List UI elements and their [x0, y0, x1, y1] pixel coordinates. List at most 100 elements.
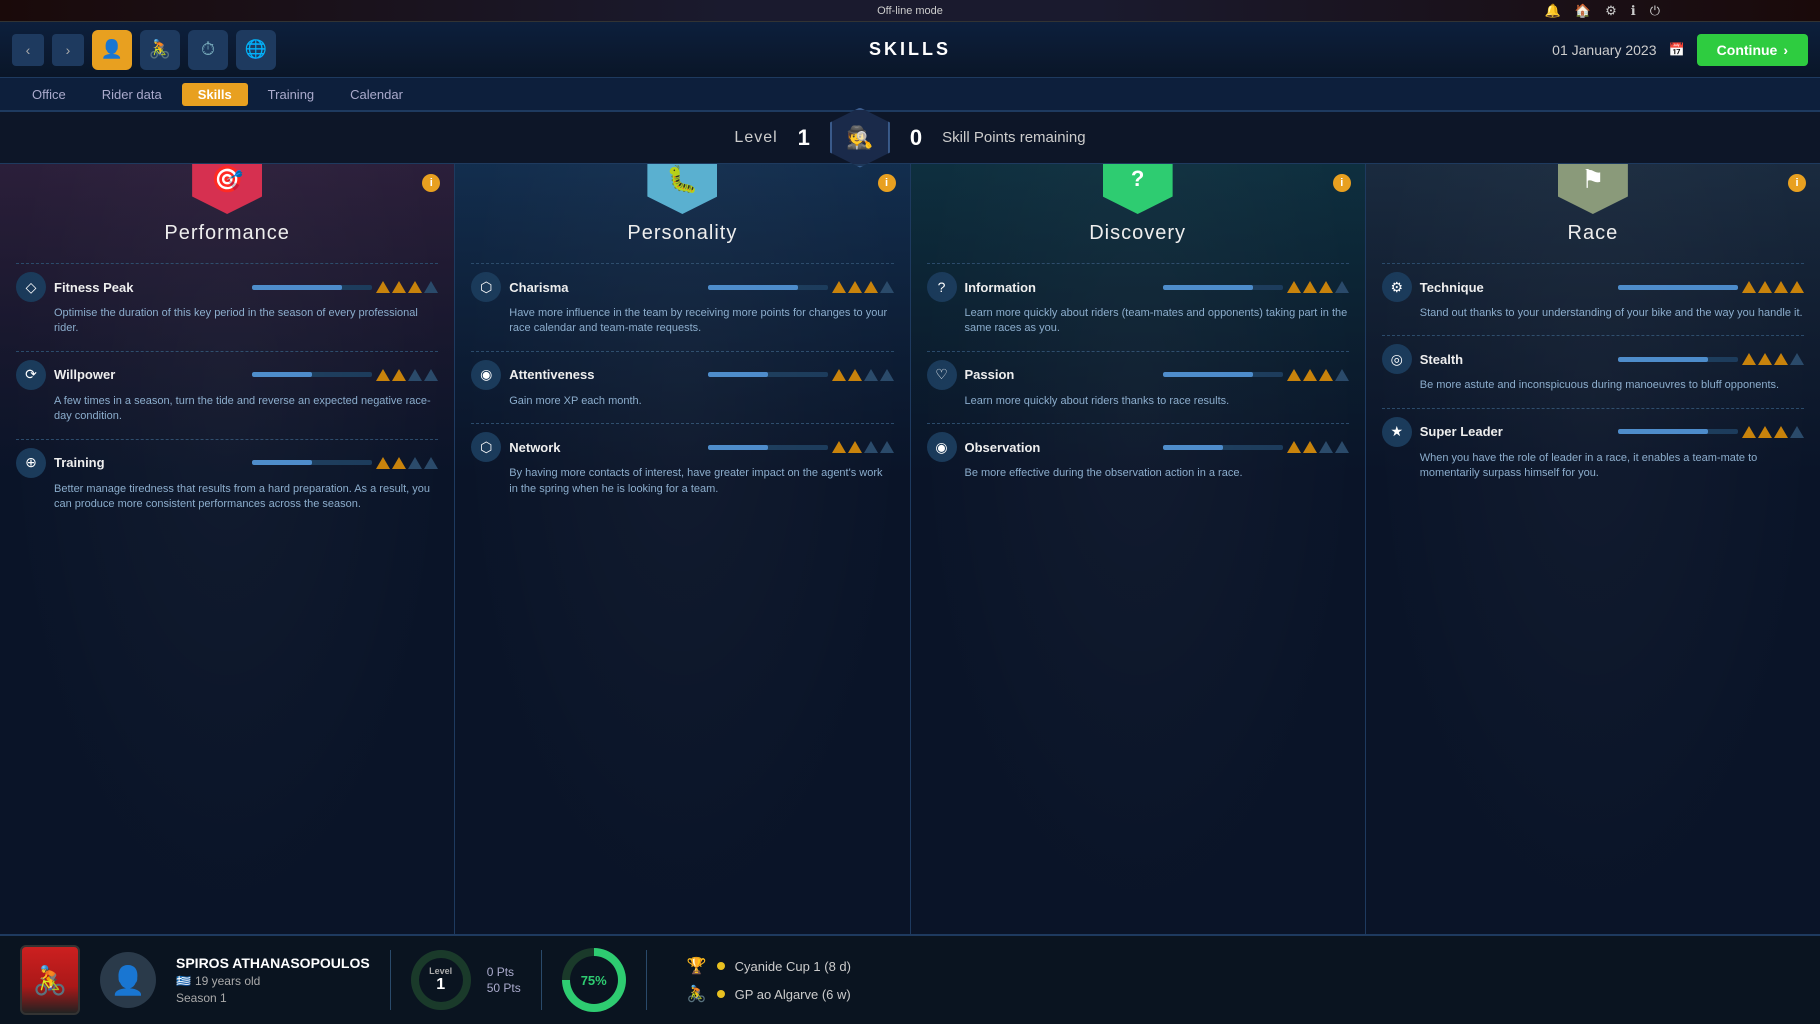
tri1	[1287, 369, 1301, 381]
skill-super-leader: ★ Super Leader When you have the role of…	[1382, 417, 1804, 482]
skill-observation: ◉ Observation Be more effective during t…	[927, 432, 1349, 481]
level-donut: Level 1	[411, 950, 471, 1010]
race-item-1: 🏆 Cyanide Cup 1 (8 d)	[687, 956, 851, 976]
tri1	[1742, 353, 1756, 365]
training-desc: Better manage tiredness that results fro…	[54, 482, 438, 513]
skill-willpower: ⟳ Willpower A few times in a season, tur…	[16, 360, 438, 425]
tri4	[424, 369, 438, 381]
tri4	[1335, 281, 1349, 293]
rider-photo: 👤	[100, 952, 156, 1008]
nav-cycle-icon[interactable]: 🚴	[140, 30, 180, 70]
back-button[interactable]: ‹	[12, 34, 44, 66]
information-desc: Learn more quickly about riders (team-ma…	[965, 306, 1349, 337]
level-donut-num: 1	[436, 976, 445, 994]
tri3	[1319, 441, 1333, 453]
tri3	[864, 281, 878, 293]
tri4	[1790, 426, 1804, 438]
nav-clock-icon[interactable]: ⏱	[188, 30, 228, 70]
gear-icon[interactable]: ⚙	[1605, 3, 1617, 19]
super-leader-desc: When you have the role of leader in a ra…	[1420, 451, 1804, 482]
nav-date: 01 January 2023	[1552, 42, 1656, 58]
races-section: 🏆 Cyanide Cup 1 (8 d) 🚴 GP ao Algarve (6…	[687, 956, 851, 1004]
tri4	[880, 369, 894, 381]
tri1	[1287, 281, 1301, 293]
tri1	[1742, 281, 1756, 293]
stealth-icon: ◎	[1382, 344, 1412, 374]
nav-bar: ‹ › 👤 🚴 ⏱ 🌐 SKILLS 01 January 2023 📅 Con…	[0, 22, 1820, 78]
skill-fitness-peak: ◇ Fitness Peak Optimise the duration of …	[16, 272, 438, 337]
discovery-column: i ? Discovery ? Information Learn mor	[911, 164, 1366, 934]
rider-info: SPIROS ATHANASOPOULOS 🇬🇷 19 years old Se…	[176, 955, 370, 1005]
technique-name: Technique	[1420, 280, 1610, 295]
tri2	[1303, 369, 1317, 381]
tri3	[864, 441, 878, 453]
home-icon[interactable]: 🏠	[1575, 3, 1591, 19]
level-label: Level	[734, 129, 777, 147]
tri4	[1335, 369, 1349, 381]
tab-rider-data[interactable]: Rider data	[86, 83, 178, 106]
tri3	[1774, 353, 1788, 365]
continue-button[interactable]: Continue ›	[1697, 34, 1808, 66]
trophy-icon: 🏆	[687, 956, 707, 976]
rider-name: SPIROS ATHANASOPOULOS	[176, 955, 370, 971]
nav-person-icon[interactable]: 👤	[92, 30, 132, 70]
tab-skills[interactable]: Skills	[182, 83, 248, 106]
tab-training[interactable]: Training	[252, 83, 330, 106]
skill-stealth: ◎ Stealth Be more astute and inconspicuo…	[1382, 344, 1804, 393]
calendar-icon[interactable]: 📅	[1668, 42, 1684, 58]
race-dot-2	[717, 990, 725, 998]
skill-charisma: ⬡ Charisma Have more influence in the te…	[471, 272, 893, 337]
bell-icon[interactable]: 🔔	[1545, 3, 1561, 19]
race-item-2: 🚴 GP ao Algarve (6 w)	[687, 984, 851, 1004]
personality-info-badge[interactable]: i	[878, 174, 896, 192]
power-icon[interactable]: ⏻	[1650, 3, 1660, 19]
discovery-info-badge[interactable]: i	[1333, 174, 1351, 192]
tab-office[interactable]: Office	[16, 83, 82, 106]
race-1-label: Cyanide Cup 1 (8 d)	[735, 959, 851, 974]
tri3	[1319, 369, 1333, 381]
skill-information: ? Information Learn more quickly about r…	[927, 272, 1349, 337]
forward-button[interactable]: ›	[52, 34, 84, 66]
willpower-icon: ⟳	[16, 360, 46, 390]
level-circle-container: Level 1 0 Pts 50 Pts	[411, 950, 521, 1010]
performance-title: Performance	[16, 222, 438, 245]
tri1	[832, 441, 846, 453]
tri4	[424, 457, 438, 469]
skill-network: ⬡ Network By having more contacts of int…	[471, 432, 893, 497]
level-donut-inner: Level 1	[419, 958, 463, 1002]
tri2	[848, 281, 862, 293]
tri2	[848, 369, 862, 381]
progress-circle: 75%	[562, 948, 626, 1012]
fitness-peak-icon: ◇	[16, 272, 46, 302]
personality-column: i 🐛 Personality ⬡ Charisma Have more	[455, 164, 910, 934]
technique-icon: ⚙	[1382, 272, 1412, 302]
tri1	[1287, 441, 1301, 453]
information-name: Information	[965, 280, 1155, 295]
race-dot-1	[717, 962, 725, 970]
tab-calendar[interactable]: Calendar	[334, 83, 419, 106]
tri3	[864, 369, 878, 381]
tri1	[832, 281, 846, 293]
stealth-name: Stealth	[1420, 352, 1610, 367]
level-number: 1	[798, 125, 810, 151]
nav-globe-icon[interactable]: 🌐	[236, 30, 276, 70]
passion-icon: ♡	[927, 360, 957, 390]
race-2-label: GP ao Algarve (6 w)	[735, 987, 851, 1002]
rider-flag-row: 🇬🇷 19 years old	[176, 974, 370, 988]
race-info-badge[interactable]: i	[1788, 174, 1806, 192]
tri2	[1758, 426, 1772, 438]
tri4	[1335, 441, 1349, 453]
tri2	[1303, 441, 1317, 453]
tri4	[1790, 281, 1804, 293]
observation-name: Observation	[965, 440, 1155, 455]
race-column: i ⚑ Race ⚙ Technique Stand out thanks	[1366, 164, 1820, 934]
continue-arrow-icon: ›	[1783, 42, 1788, 58]
network-desc: By having more contacts of interest, hav…	[509, 466, 893, 497]
performance-info-badge[interactable]: i	[422, 174, 440, 192]
personality-title: Personality	[471, 222, 893, 245]
race-hex-icon: ⚑	[1558, 164, 1628, 214]
bottom-divider-3	[646, 950, 647, 1010]
tri4	[1790, 353, 1804, 365]
training-name: Training	[54, 455, 244, 470]
info-icon[interactable]: ℹ	[1631, 3, 1636, 19]
